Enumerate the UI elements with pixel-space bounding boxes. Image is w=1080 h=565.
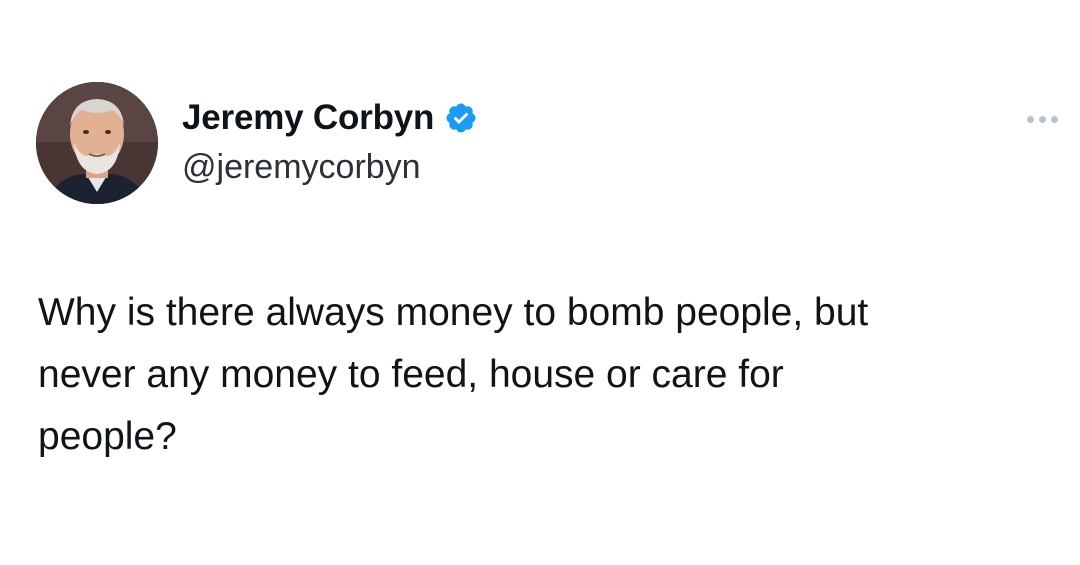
display-name[interactable]: Jeremy Corbyn (182, 98, 434, 138)
tweet-text: Why is there always money to bomb people… (38, 291, 869, 458)
author-name-row: Jeremy Corbyn (182, 96, 478, 140)
more-options-icon (1027, 116, 1034, 123)
tweet-card: Jeremy Corbyn @jeremycorbyn Why is there… (0, 0, 1080, 565)
more-options-icon (1051, 116, 1058, 123)
verified-badge-icon (444, 101, 478, 135)
more-options-button[interactable] (1023, 112, 1062, 127)
user-handle[interactable]: @jeremycorbyn (182, 148, 421, 187)
profile-photo-icon (36, 82, 158, 204)
avatar[interactable] (36, 82, 158, 204)
more-options-icon (1039, 116, 1046, 123)
